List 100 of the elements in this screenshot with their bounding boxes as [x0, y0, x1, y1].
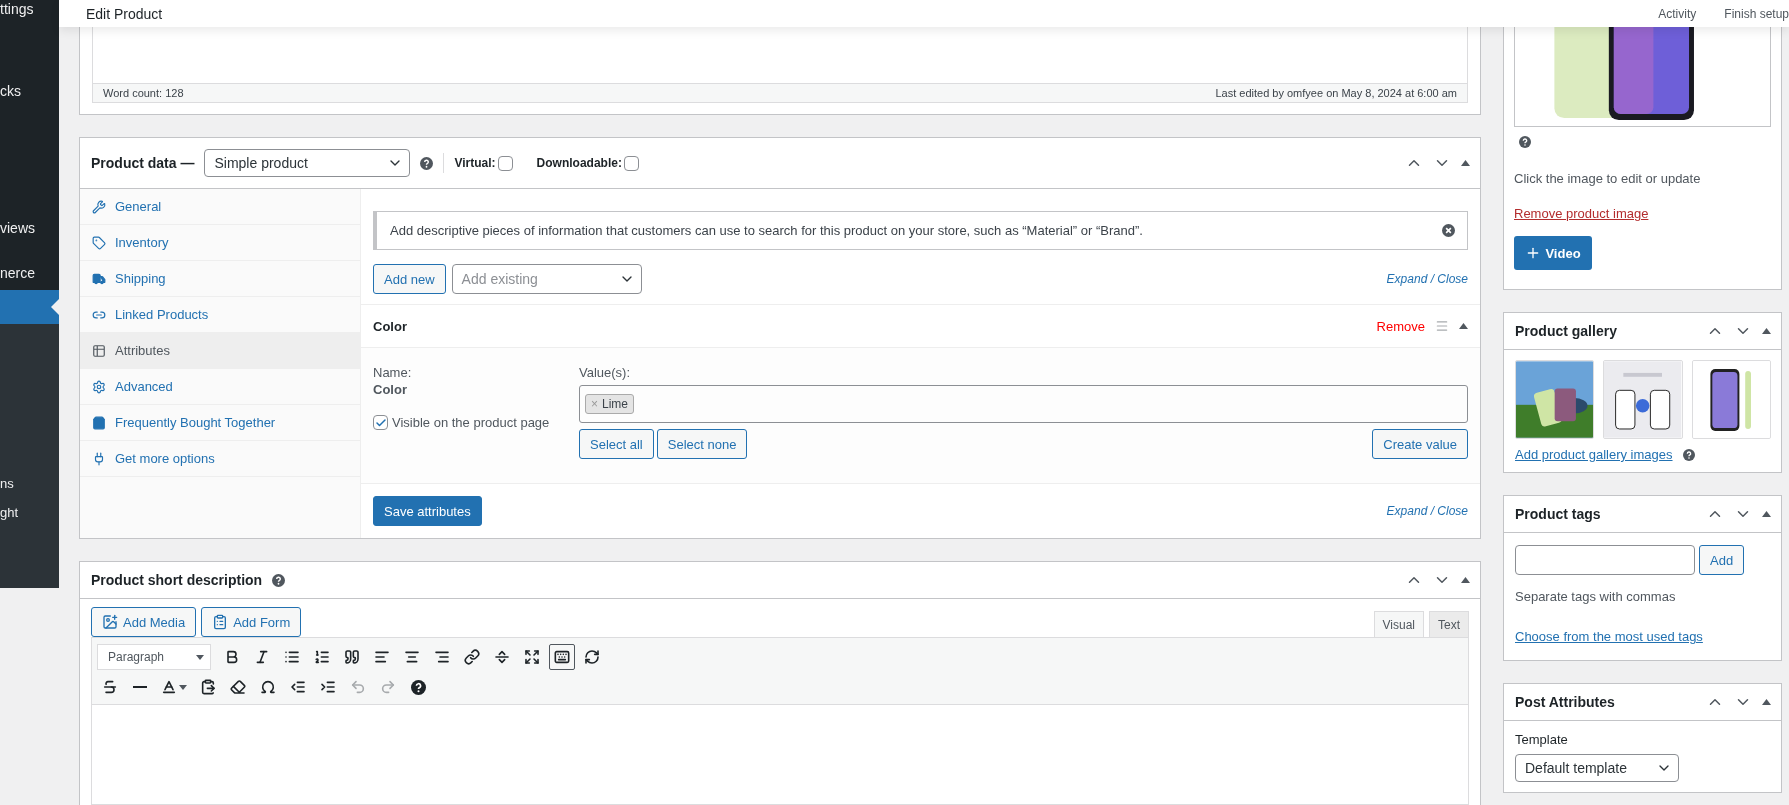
- media-icon: [102, 614, 118, 630]
- collapse-toggle-icon[interactable]: [1762, 328, 1771, 334]
- create-value-button[interactable]: Create value: [1372, 429, 1468, 459]
- product-data-title: Product data —: [91, 155, 195, 171]
- admin-submenu-item[interactable]: ght: [0, 505, 59, 525]
- expand-close-link[interactable]: Expand / Close: [1386, 504, 1468, 518]
- tags-hint: Separate tags with commas: [1515, 589, 1677, 604]
- keyboard-icon: [554, 649, 570, 665]
- product-data-tab[interactable]: Attributes: [80, 333, 360, 369]
- product-data-tab[interactable]: General: [80, 189, 360, 225]
- product-data-tab[interactable]: Inventory: [80, 225, 360, 261]
- text-color-icon: [161, 679, 177, 695]
- admin-submenu-item[interactable]: ns: [0, 476, 59, 496]
- admin-menu-item[interactable]: [0, 290, 59, 324]
- collapse-toggle-icon[interactable]: [1461, 577, 1470, 583]
- wrench-icon: [92, 199, 106, 214]
- editor-area[interactable]: Word count: 128 Last edited by omfyee on May 8, 2024 at 6:00 am: [92, 27, 1468, 103]
- align-right-icon: [434, 649, 450, 665]
- tag-input[interactable]: [1515, 545, 1695, 575]
- quote-icon: [344, 649, 360, 665]
- truck-icon: [92, 271, 106, 286]
- fullscreen-icon: [524, 649, 540, 665]
- link-icon: [464, 649, 480, 665]
- add-new-button[interactable]: Add new: [373, 264, 446, 294]
- header-link[interactable]: Activity: [1658, 6, 1697, 21]
- product-data-tab[interactable]: Frequently Bought Together: [80, 405, 360, 441]
- product-data-tab[interactable]: Get more options: [80, 441, 360, 477]
- collapse-toggle-icon[interactable]: [1762, 699, 1771, 705]
- admin-menu-item[interactable]: views: [0, 211, 59, 245]
- media-button[interactable]: Add Media: [91, 607, 197, 637]
- italic-icon: [254, 649, 270, 665]
- select-button[interactable]: Select all: [579, 429, 654, 459]
- product-data-tab[interactable]: Shipping: [80, 261, 360, 297]
- outdent-icon: [290, 679, 306, 695]
- strikethrough-icon: [102, 679, 118, 695]
- undo-icon: [350, 679, 366, 695]
- eraser-icon: [230, 679, 246, 695]
- numbered-list-icon: [314, 649, 330, 665]
- media-button[interactable]: Add Form: [201, 607, 302, 637]
- option-checkbox[interactable]: Virtual:: [454, 155, 513, 171]
- video-button[interactable]: Video: [1514, 236, 1592, 270]
- word-count: Word count: 128: [103, 87, 184, 99]
- chip-label: Lime: [602, 397, 629, 411]
- collapse-toggle-icon[interactable]: [1461, 160, 1470, 166]
- plug-icon: [92, 451, 106, 466]
- gallery-title: Product gallery: [1515, 323, 1617, 339]
- admin-menu-item[interactable]: nerce: [0, 256, 59, 290]
- post-attributes-title: Post Attributes: [1515, 694, 1615, 710]
- checkbox[interactable]: [497, 155, 513, 171]
- help-icon[interactable]: [420, 156, 434, 170]
- remove-image-link[interactable]: Remove product image: [1514, 206, 1649, 221]
- remove-link[interactable]: Remove: [1376, 318, 1425, 334]
- expand-close-link[interactable]: Expand / Close: [1386, 272, 1468, 286]
- editor-tab[interactable]: Text: [1429, 611, 1469, 637]
- last-edited: Last edited by omfyee on May 8, 2024 at 6:00 am: [1215, 87, 1457, 99]
- visible-checkbox[interactable]: Visible on the product page: [373, 415, 579, 430]
- bold-icon: [224, 649, 240, 665]
- add-existing-select[interactable]: Add existing: [451, 264, 642, 294]
- add-gallery-link[interactable]: Add product gallery images: [1515, 447, 1673, 462]
- help-icon[interactable]: [410, 679, 426, 695]
- save-attributes-button[interactable]: Save attributes: [373, 496, 482, 526]
- editor-tab[interactable]: Visual: [1373, 611, 1424, 637]
- drag-handle-icon[interactable]: [1435, 319, 1449, 333]
- caret-icon: [196, 654, 204, 660]
- select-button[interactable]: Select none: [656, 429, 748, 459]
- admin-menu-item[interactable]: cks: [0, 74, 59, 108]
- value-chip[interactable]: × Lime: [585, 394, 635, 414]
- attribute-name: Color: [373, 318, 407, 334]
- omega-icon: [260, 679, 276, 695]
- help-icon[interactable]: [1682, 448, 1695, 461]
- name-label: Name:: [373, 364, 413, 381]
- form-icon: [212, 614, 229, 630]
- header-link[interactable]: Finish setup: [1724, 6, 1789, 21]
- align-center-icon: [404, 649, 420, 665]
- values-field[interactable]: × Lime: [579, 385, 1468, 423]
- select-placeholder: Add existing: [461, 271, 538, 287]
- checkbox[interactable]: [623, 155, 639, 171]
- redo-icon: [380, 679, 396, 695]
- horizontal-line-icon: [133, 686, 147, 688]
- product-data-tab[interactable]: Advanced: [80, 369, 360, 405]
- admin-menu-item[interactable]: ttings: [0, 0, 59, 26]
- option-checkbox[interactable]: Downloadable:: [536, 155, 639, 171]
- indent-icon: [320, 679, 336, 695]
- tags-title: Product tags: [1515, 506, 1601, 522]
- collapse-toggle-icon[interactable]: [1762, 511, 1771, 517]
- collapse-toggle-icon[interactable]: [1459, 323, 1468, 329]
- dismiss-icon[interactable]: [1442, 224, 1455, 237]
- notice-text: Add descriptive pieces of information that customers can use to search for this product on your store, such as “Material” or “Brand”.: [390, 223, 1143, 238]
- values-label: Value(s):: [579, 364, 632, 381]
- refresh-icon: [584, 649, 600, 665]
- tag-icon: [92, 235, 106, 250]
- format-select[interactable]: Paragraph: [97, 644, 211, 670]
- template-select[interactable]: Default template: [1515, 754, 1679, 782]
- toolbar-button[interactable]: [549, 644, 575, 670]
- add-tag-button[interactable]: Add: [1699, 545, 1745, 575]
- product-type-select[interactable]: Simple product: [204, 149, 411, 177]
- most-used-tags-link[interactable]: Choose from the most used tags: [1515, 629, 1703, 644]
- checkbox[interactable]: [373, 415, 388, 430]
- help-icon[interactable]: [1519, 136, 1531, 148]
- help-icon[interactable]: [272, 573, 286, 587]
